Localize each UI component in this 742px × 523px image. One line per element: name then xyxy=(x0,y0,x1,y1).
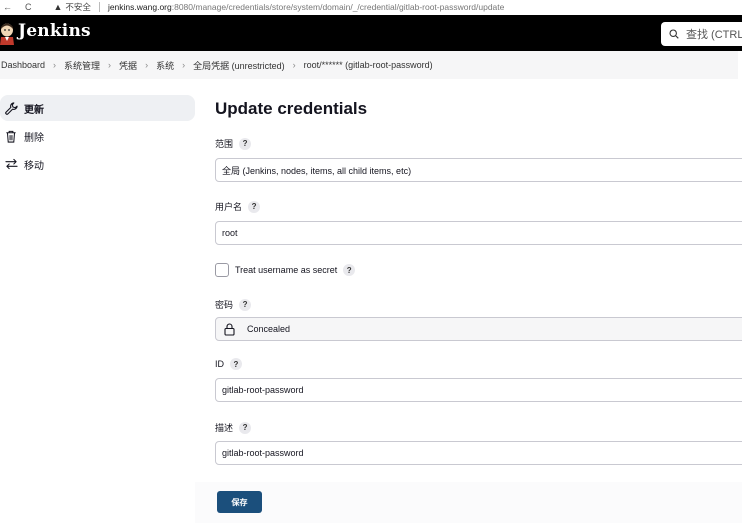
username-secret-label-text: Treat username as secret xyxy=(235,265,338,275)
app-name[interactable]: Jenkins xyxy=(18,21,91,41)
wrench-icon xyxy=(4,101,18,115)
description-value: gitlab-root-password xyxy=(222,448,304,458)
chevron-right-icon: › xyxy=(182,60,186,70)
description-field[interactable]: gitlab-root-password xyxy=(215,441,742,465)
help-icon[interactable]: ? xyxy=(239,421,252,434)
password-value: Concealed xyxy=(247,324,291,334)
username-value: root xyxy=(222,228,238,238)
help-icon[interactable]: ? xyxy=(230,358,242,370)
back-button[interactable]: ← xyxy=(3,2,12,12)
url-path: :8080/manage/credentials/store/system/do… xyxy=(171,2,505,12)
app-header: Jenkins 查找 (CTRL+K) xyxy=(0,15,742,51)
page-title: Update credentials xyxy=(215,99,368,118)
id-label-text: ID xyxy=(215,359,224,369)
password-label-text: 密码 xyxy=(215,300,234,310)
id-label: ID ? xyxy=(215,358,242,370)
search-icon xyxy=(669,29,679,39)
breadcrumb-item-global-credentials[interactable]: 全局凭据 (unrestricted) xyxy=(188,59,290,72)
security-label: 不安全 xyxy=(65,2,91,12)
search-placeholder: 查找 (CTRL+K) xyxy=(686,29,742,41)
scope-label-text: 范围 xyxy=(215,139,234,149)
chevron-right-icon: › xyxy=(53,60,57,70)
lock-icon xyxy=(224,322,235,336)
id-field[interactable]: gitlab-root-password xyxy=(215,378,742,402)
scope-value: 全局 (Jenkins, nodes, items, all child ite… xyxy=(222,165,412,176)
help-icon[interactable]: ? xyxy=(343,264,356,276)
url-field[interactable]: jenkins.wang.org:8080/manage/credentials… xyxy=(108,2,504,12)
trash-icon xyxy=(4,129,18,143)
breadcrumb: Dashboard › 系统管理 › 凭据 › 系统 › 全局凭据 (unres… xyxy=(0,51,738,79)
id-value: gitlab-root-password xyxy=(222,385,304,395)
move-arrows-icon xyxy=(4,157,18,171)
username-field[interactable]: root xyxy=(215,221,742,245)
username-secret-checkbox[interactable] xyxy=(215,263,229,277)
breadcrumb-item-credential[interactable]: root/****** (gitlab-root-password) xyxy=(299,60,438,70)
password-label: 密码 ? xyxy=(215,298,252,311)
help-icon[interactable]: ? xyxy=(248,200,261,213)
sidebar-item-update[interactable]: 更新 xyxy=(0,95,195,121)
sidebar-item-delete[interactable]: 删除 xyxy=(0,123,195,149)
chevron-right-icon: › xyxy=(145,60,149,70)
form-footer: 保存 xyxy=(195,482,742,523)
description-label: 描述 ? xyxy=(215,421,252,434)
browser-address-bar: ← C ▲ 不安全 jenkins.wang.org:8080/manage/c… xyxy=(0,0,742,14)
help-icon[interactable]: ? xyxy=(239,298,252,311)
chevron-right-icon: › xyxy=(292,60,296,70)
breadcrumb-item-dashboard[interactable]: Dashboard xyxy=(0,60,50,70)
reload-button[interactable]: C xyxy=(25,2,32,12)
scope-label: 范围 ? xyxy=(215,137,252,150)
scope-select[interactable]: 全局 (Jenkins, nodes, items, all child ite… xyxy=(215,158,742,182)
sidebar-item-label: 更新 xyxy=(24,104,44,116)
sidebar-item-label: 删除 xyxy=(24,132,44,144)
sidebar-item-label: 移动 xyxy=(24,160,44,172)
chevron-right-icon: › xyxy=(108,60,112,70)
save-button[interactable]: 保存 xyxy=(217,491,262,513)
security-indicator[interactable]: ▲ 不安全 xyxy=(54,1,91,13)
password-field[interactable]: Concealed xyxy=(215,317,742,341)
search-input[interactable]: 查找 (CTRL+K) xyxy=(661,22,742,46)
warning-icon: ▲ xyxy=(53,2,63,12)
username-secret-label: Treat username as secret ? xyxy=(235,264,356,276)
username-label: 用户名 ? xyxy=(215,200,261,213)
help-icon[interactable]: ? xyxy=(239,137,252,150)
username-label-text: 用户名 xyxy=(215,202,243,212)
jenkins-butler-logo-icon[interactable] xyxy=(0,23,14,45)
url-host: jenkins.wang.org xyxy=(107,2,172,12)
breadcrumb-item-system[interactable]: 系统 xyxy=(151,59,179,72)
divider xyxy=(98,2,100,12)
breadcrumb-item-credentials[interactable]: 凭据 xyxy=(114,59,142,72)
sidebar-item-move[interactable]: 移动 xyxy=(0,151,195,177)
credentials-form: Update credentials 范围 ? 全局 (Jenkins, nod… xyxy=(215,95,742,465)
sidebar: 更新 删除 移动 xyxy=(0,95,195,179)
description-label-text: 描述 xyxy=(215,423,234,433)
breadcrumb-item-manage[interactable]: 系统管理 xyxy=(59,59,105,72)
